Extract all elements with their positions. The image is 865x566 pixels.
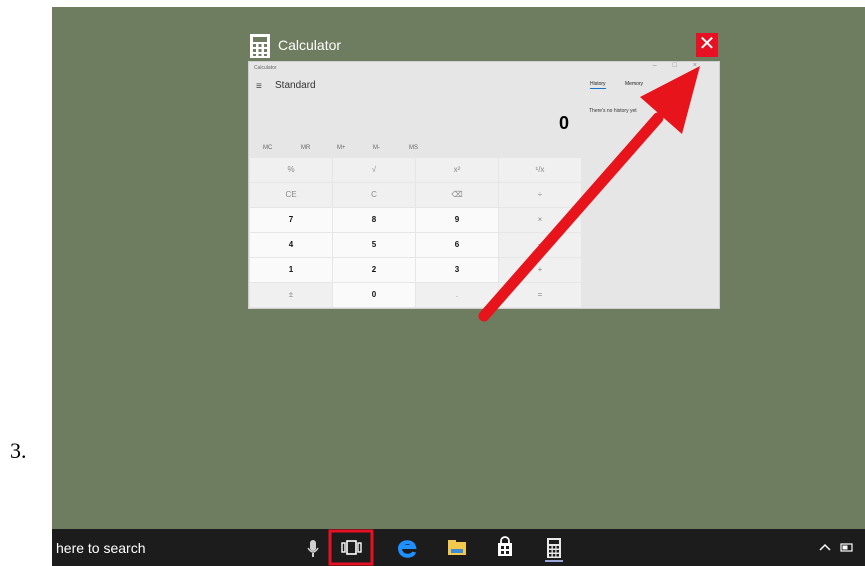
digit-7-button[interactable]: 7 <box>250 208 332 232</box>
reciprocal-button[interactable]: ¹/x <box>499 158 581 182</box>
add-button[interactable]: + <box>499 258 581 282</box>
memory-tab[interactable]: Memory <box>625 81 643 87</box>
calculator-window[interactable]: Calculator –□× ≡ Standard 0 MC MR M+ M- … <box>248 61 720 309</box>
digit-8-button[interactable]: 8 <box>333 208 415 232</box>
digit-1-button[interactable]: 1 <box>250 258 332 282</box>
backspace-button[interactable]: ⌫ <box>416 183 498 207</box>
calculator-display: 0 <box>559 113 570 133</box>
system-tray[interactable] <box>814 539 864 555</box>
hamburger-menu-icon[interactable]: ≡ <box>256 81 262 92</box>
task-view-window-title: Calculator <box>278 37 342 53</box>
calculator-icon <box>250 34 270 58</box>
digit-2-button[interactable]: 2 <box>333 258 415 282</box>
clear-entry-button[interactable]: CE <box>250 183 332 207</box>
task-view-close-button[interactable]: ✕ <box>696 33 718 57</box>
calculator-titlebar-text: Calculator <box>254 65 277 71</box>
taskbar: here to search <box>52 529 865 566</box>
square-button[interactable]: x² <box>416 158 498 182</box>
clear-button[interactable]: C <box>333 183 415 207</box>
memory-store-button[interactable]: MS <box>409 145 418 151</box>
close-icon[interactable]: × <box>693 62 713 69</box>
maximize-icon[interactable]: □ <box>673 62 693 69</box>
microphone-icon[interactable] <box>298 533 328 563</box>
digit-0-button[interactable]: 0 <box>333 283 415 307</box>
calculator-icon[interactable] <box>539 533 569 563</box>
window-controls[interactable]: –□× <box>653 62 713 69</box>
memory-recall-button[interactable]: MR <box>301 145 310 151</box>
memory-buttons-row: MC MR M+ M- MS <box>259 145 579 155</box>
store-icon[interactable] <box>490 533 520 563</box>
digit-5-button[interactable]: 5 <box>333 233 415 257</box>
edge-icon[interactable] <box>392 533 422 563</box>
divide-button[interactable]: ÷ <box>499 183 581 207</box>
negate-button[interactable]: ± <box>250 283 332 307</box>
digit-9-button[interactable]: 9 <box>416 208 498 232</box>
calculator-keypad: % √ x² ¹/x CE C ⌫ ÷ 7 8 9 × 4 5 6 − 1 2 … <box>250 158 581 308</box>
equals-button[interactable]: = <box>499 283 581 307</box>
calculator-mode-label: Standard <box>275 80 316 91</box>
memory-add-button[interactable]: M+ <box>337 145 346 151</box>
decimal-button[interactable]: . <box>416 283 498 307</box>
step-number: 3. <box>10 438 27 463</box>
digit-4-button[interactable]: 4 <box>250 233 332 257</box>
subtract-button[interactable]: − <box>499 233 581 257</box>
taskbar-search-box[interactable]: here to search <box>56 540 146 556</box>
memory-clear-button[interactable]: MC <box>263 145 272 151</box>
history-tab[interactable]: History <box>590 81 606 89</box>
percent-button[interactable]: % <box>250 158 332 182</box>
memory-subtract-button[interactable]: M- <box>373 145 380 151</box>
history-empty-message: There's no history yet <box>589 108 637 114</box>
file-explorer-icon[interactable] <box>442 533 472 563</box>
digit-6-button[interactable]: 6 <box>416 233 498 257</box>
multiply-button[interactable]: × <box>499 208 581 232</box>
task-view-window-header[interactable]: Calculator ✕ <box>248 32 720 60</box>
minimize-icon[interactable]: – <box>653 62 673 69</box>
chevron-up-icon <box>819 543 831 551</box>
digit-3-button[interactable]: 3 <box>416 258 498 282</box>
task-view-icon[interactable] <box>328 529 374 566</box>
sqrt-button[interactable]: √ <box>333 158 415 182</box>
